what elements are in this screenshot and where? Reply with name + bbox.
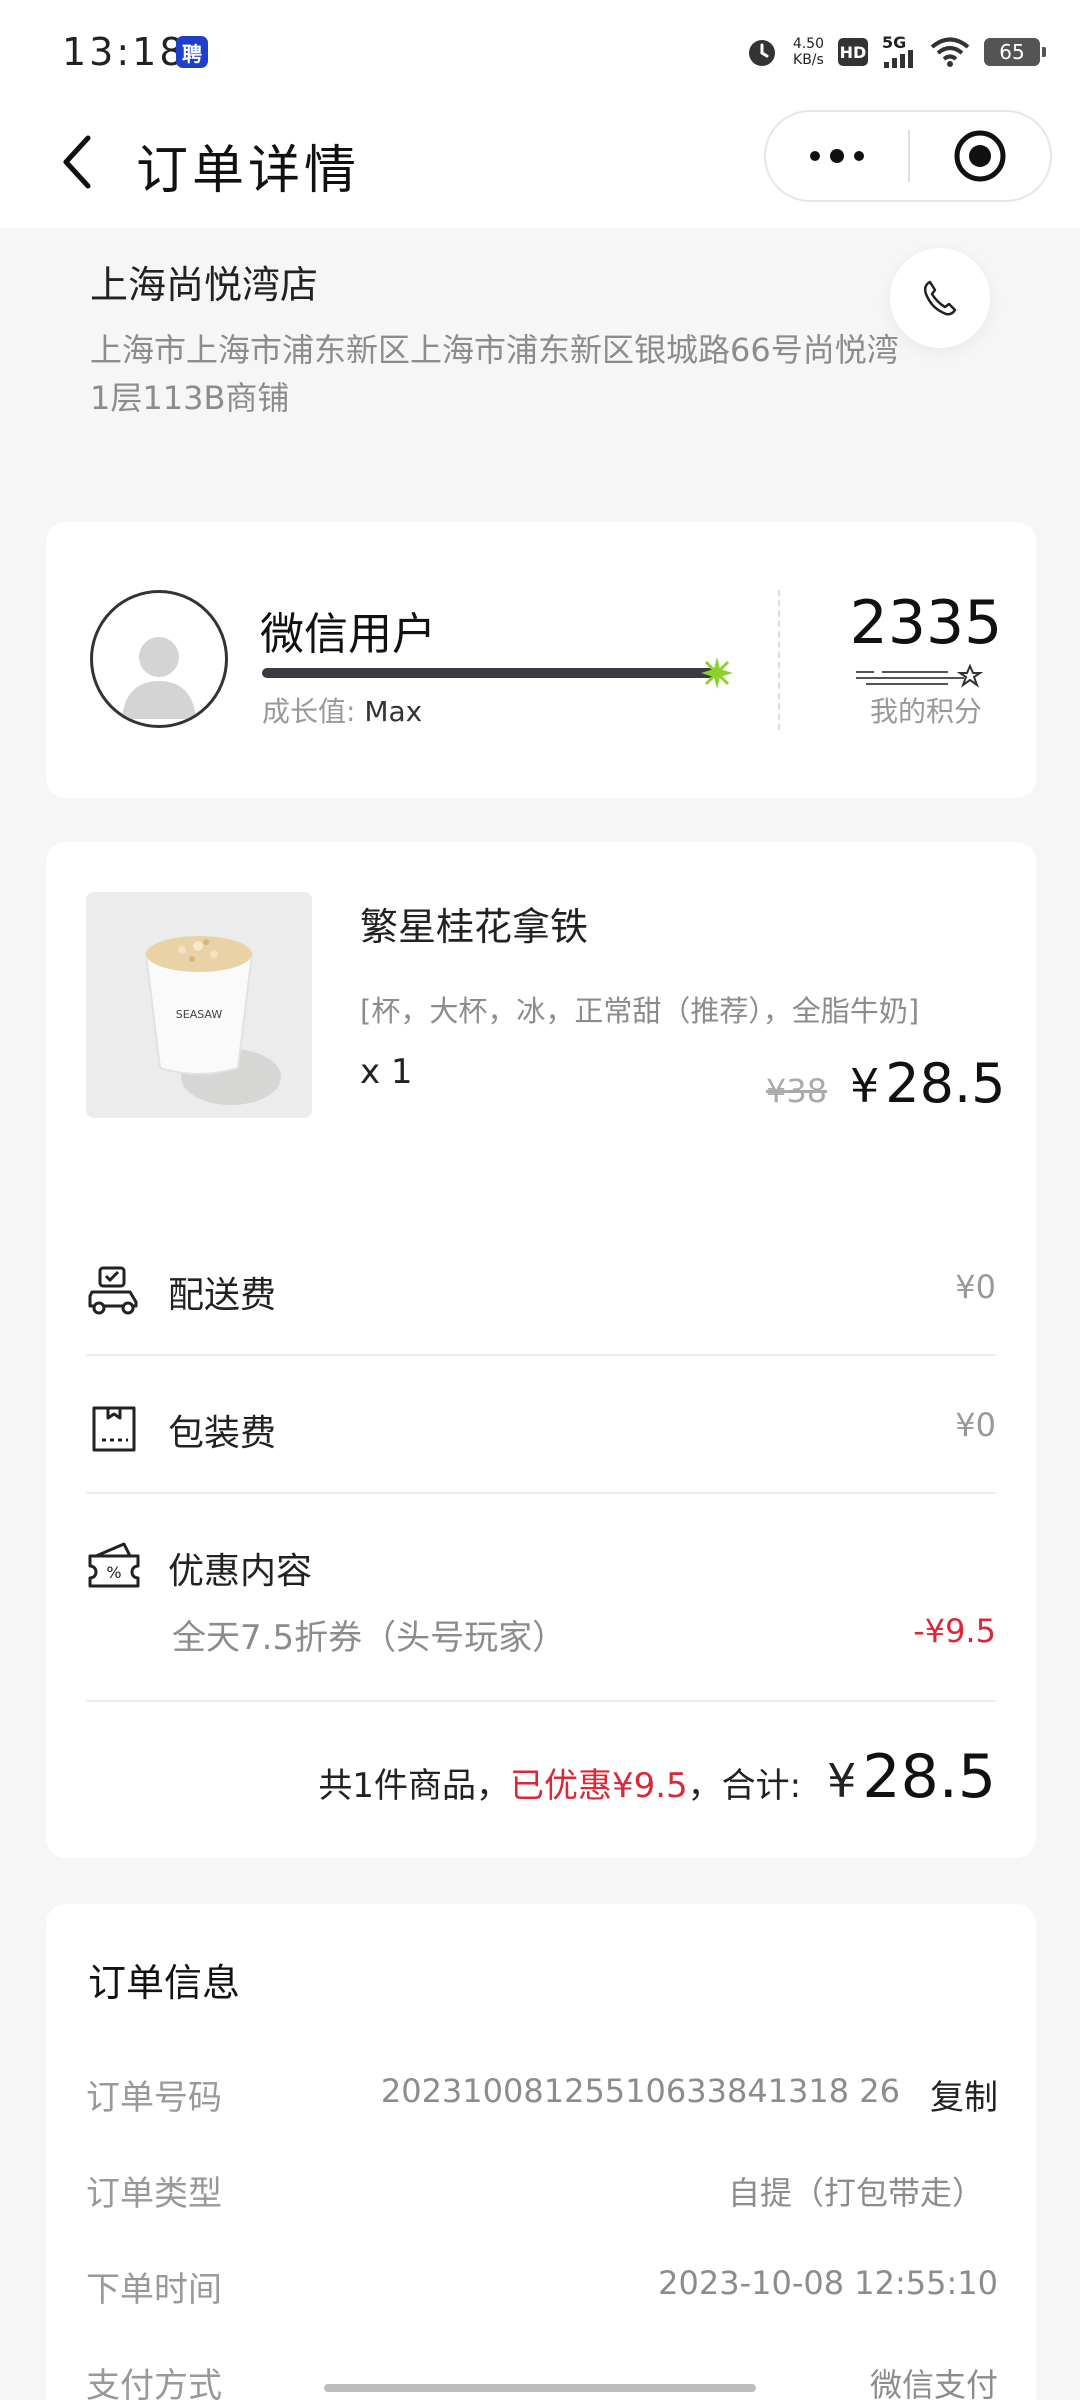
copy-button[interactable]: 复制 [930,2070,998,2119]
call-store-button[interactable] [890,248,990,348]
points-label: 我的积分 [869,695,982,728]
page-title: 订单详情 [136,141,361,201]
discount-label: 优惠内容 [168,1551,313,1592]
order-summary: 共1件商品， 已优惠¥9.5 ，合计: ¥ 28.5 [318,1742,996,1812]
order-info-card: 订单信息 订单号码 20231008125510633841318 26 复制 … [46,1904,1036,2400]
delivery-fee-label: 配送费 [168,1275,277,1316]
nav-bar: 订单详情 [0,100,1080,228]
payment-method-value: 微信支付 [869,2366,998,2400]
total-amount: 28.5 [862,1742,996,1812]
discount-value: -¥9.5 [913,1612,996,1650]
order-card: SEASAW 繁星桂花拿铁 [杯，大杯，冰，正常甜（推荐），全脂牛奶] x 1 … [46,842,1036,1858]
order-time-row: 下单时间 2023-10-08 12:55:10 [86,2262,998,2312]
product-specs: [杯，大杯，冰，正常甜（推荐），全脂牛奶] [360,994,920,1028]
growth-value: 成长值: Max [262,695,423,728]
product-image: SEASAW [86,892,312,1118]
chevron-left-icon [63,135,91,189]
points-value: 2335 [849,588,1003,658]
packaging-fee-value: ¥0 [955,1406,996,1444]
battery-icon: 65 [984,38,1046,66]
order-type-label: 订单类型 [86,2174,222,2214]
order-time-value: 2023-10-08 12:55:10 [658,2264,998,2302]
order-type-row: 订单类型 自提（打包带走） [86,2166,998,2216]
status-icons: 4.50 KB/s HD 5G 65 [745,32,1046,72]
close-mini-program-button[interactable] [910,112,1050,200]
svg-text:%: % [106,1563,121,1582]
svg-text:SEASAW: SEASAW [176,1008,223,1021]
back-button[interactable] [38,122,118,202]
more-button[interactable] [766,112,908,200]
items-count: 共1件商品， [318,1766,510,1806]
hd-icon: HD [838,38,868,66]
avatar [90,590,228,728]
points-star-icon [856,664,984,688]
payment-method-label: 支付方式 [86,2366,222,2400]
order-number-value: 20231008125510633841318 26 [380,2072,900,2110]
member-divider [778,590,780,730]
product-name: 繁星桂花拿铁 [360,905,589,949]
row-divider [86,1354,996,1356]
net-speed: 4.50 KB/s [792,36,824,68]
row-divider [86,1492,996,1494]
delivery-fee-value: ¥0 [955,1268,996,1306]
store-name: 上海尚悦湾店 [90,263,319,307]
product-price: ¥28.5 [850,1052,1006,1115]
original-price: ¥38 [766,1072,828,1110]
delivery-scooter-icon [88,1266,138,1315]
coffee-cup-image: SEASAW [86,892,312,1118]
user-name: 微信用户 [260,609,436,660]
total-label: ，合计: [687,1766,802,1806]
more-dots-icon [810,149,864,163]
home-indicator[interactable] [324,2384,756,2392]
order-info-title: 订单信息 [88,1961,241,2005]
status-bar: 13:18 聘 4.50 KB/s HD 5G 65 [0,0,1080,100]
order-type-value: 自提（打包带走） [727,2174,984,2212]
packaging-fee-label: 包装费 [168,1413,277,1454]
growth-progress-bar [262,668,714,678]
target-icon [954,130,1006,182]
row-divider [86,1700,996,1702]
delivery-fee-row: 配送费 ¥0 [86,1254,996,1324]
payment-method-row: 支付方式 微信支付 [86,2358,998,2400]
order-time-label: 下单时间 [86,2270,222,2310]
mini-program-capsule [764,110,1052,202]
status-time: 13:18 [62,30,187,74]
discount-detail: 全天7.5折券（头号玩家） [172,1618,567,1658]
wifi-icon [930,37,970,67]
discount-row: % 优惠内容 [86,1530,996,1600]
coupon-percent-icon: % [88,1542,140,1588]
package-bag-icon [92,1406,136,1452]
sparkle-icon [701,657,733,689]
order-number-row: 订单号码 20231008125510633841318 26 复制 [86,2070,998,2120]
order-number-label: 订单号码 [86,2078,222,2118]
app-notification-icon: 聘 [176,36,208,68]
phone-icon [923,280,957,316]
saved-amount: 已优惠¥9.5 [509,1766,688,1806]
signal-icon: 5G [882,35,916,68]
user-placeholder-icon [122,637,196,719]
alarm-icon [748,40,775,66]
packaging-fee-row: 包装费 ¥0 [86,1392,996,1462]
product-quantity: x 1 [360,1052,413,1092]
store-address: 上海市上海市浦东新区上海市浦东新区银城路66号尚悦湾1层113B商铺 [90,331,899,417]
member-card[interactable]: 微信用户 成长值: Max 2335 我的积分 [46,522,1036,798]
